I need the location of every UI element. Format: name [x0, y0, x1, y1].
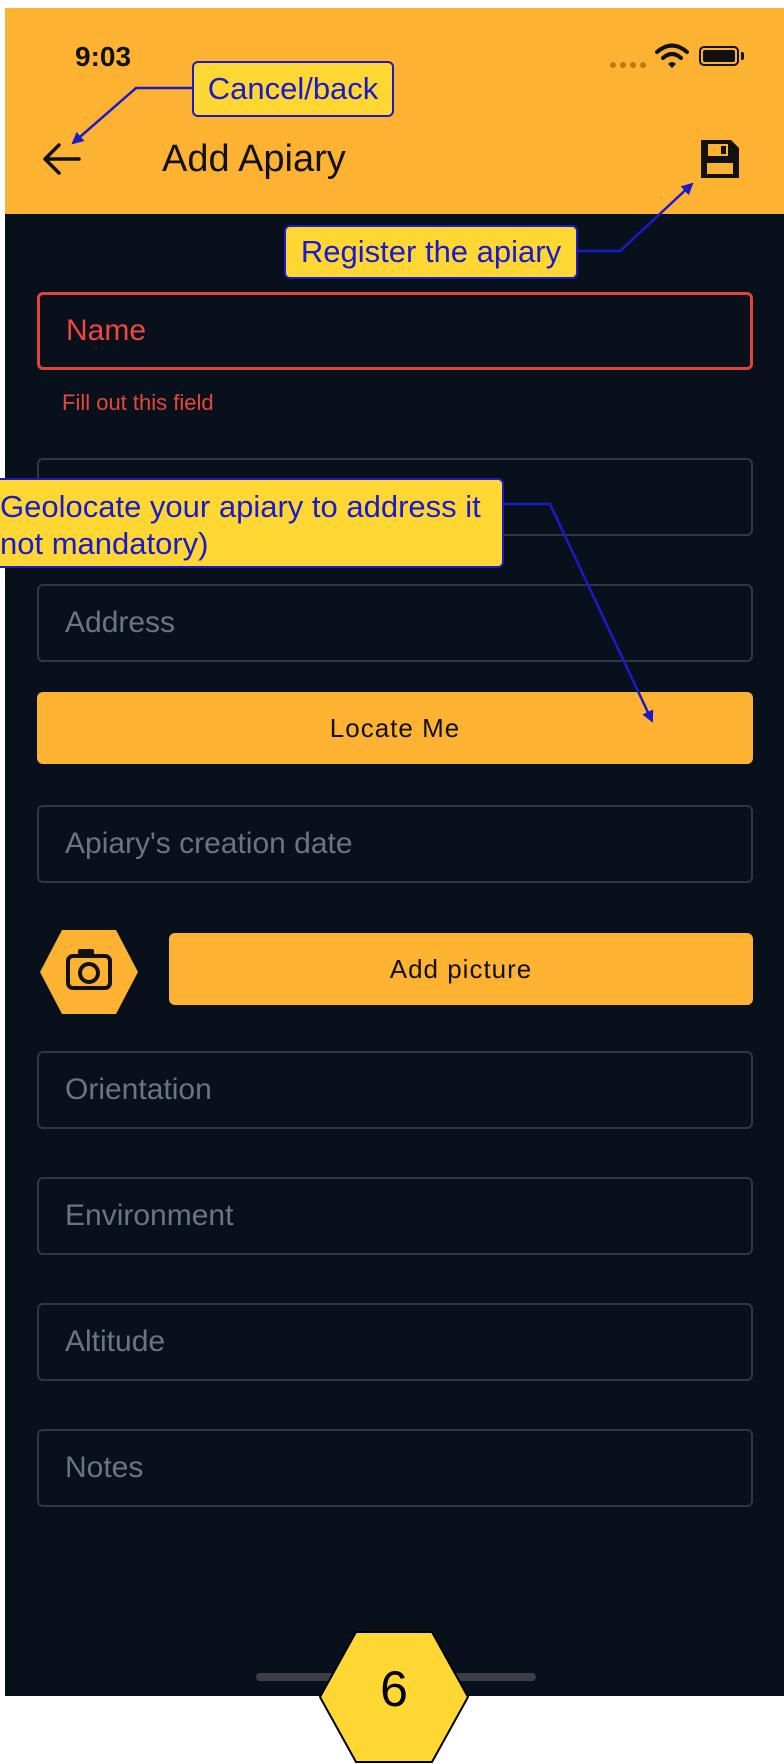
step-number: 6: [380, 1661, 408, 1717]
annotation-register-apiary: Register the apiary: [284, 225, 578, 279]
annotation-geolocate: Geolocate your apiary to address it not …: [0, 478, 504, 568]
annotation-cancel-back: Cancel/back: [192, 61, 394, 117]
annotation-geolocate-line1: Geolocate your apiary to address it: [0, 489, 481, 524]
annotation-geolocate-line2: not mandatory): [0, 526, 209, 561]
